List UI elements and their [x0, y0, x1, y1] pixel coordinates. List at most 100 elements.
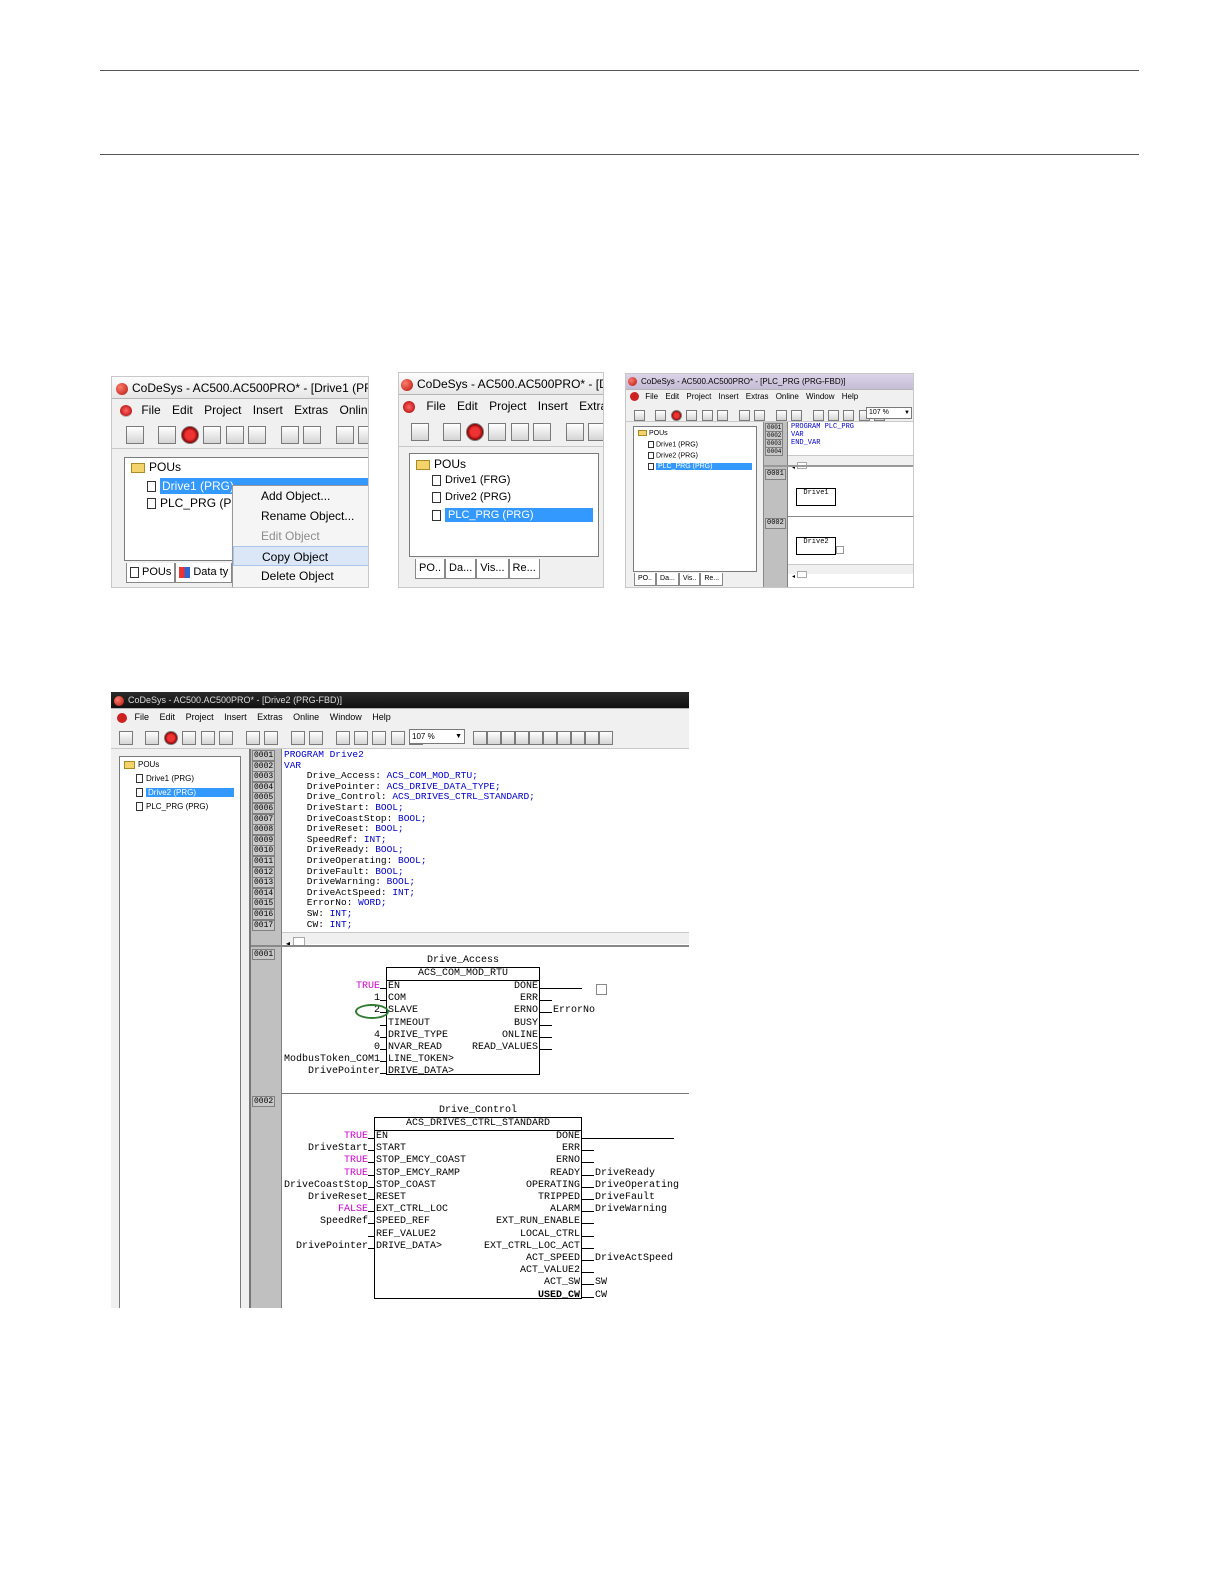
fb-input-value[interactable]: TRUE: [356, 981, 380, 993]
stop-icon[interactable]: [163, 730, 178, 745]
horizontal-scrollbar[interactable]: ◂: [788, 455, 913, 471]
tab-resources[interactable]: Re...: [700, 573, 724, 586]
stop-icon[interactable]: [180, 426, 199, 444]
fb-output-value[interactable]: DriveWarning: [595, 1204, 667, 1216]
copy-icon[interactable]: [264, 730, 279, 745]
login-icon[interactable]: [488, 423, 507, 441]
save-icon[interactable]: [634, 410, 645, 421]
cut-icon[interactable]: [738, 410, 750, 421]
fb-output-value[interactable]: SW: [595, 1277, 607, 1289]
tree-item-plc-prg[interactable]: PLC_PRG (PRG): [648, 463, 752, 471]
box-icon[interactable]: [501, 730, 515, 745]
cut-icon[interactable]: [280, 426, 299, 444]
set-reset-icon[interactable]: [599, 730, 613, 745]
stop-icon[interactable]: [465, 423, 484, 441]
assign-icon[interactable]: [515, 730, 529, 745]
network-before-icon[interactable]: [473, 730, 487, 745]
tab-pous[interactable]: POUs: [126, 563, 176, 583]
return-icon[interactable]: [543, 730, 557, 745]
fb-input-value[interactable]: DriveCoastStop: [284, 1180, 368, 1192]
menu-add-object[interactable]: Add Object...: [233, 486, 368, 506]
zoom-select[interactable]: 107 % ▼: [409, 729, 465, 744]
menu-project[interactable]: Project: [686, 392, 711, 401]
menu-window[interactable]: Window: [330, 712, 362, 722]
paste-icon[interactable]: [309, 730, 324, 745]
tree-item-plc-prg[interactable]: PLC_PRG (PRG): [136, 802, 208, 812]
build-icon[interactable]: [145, 730, 160, 745]
login-icon[interactable]: [203, 426, 222, 444]
save-icon[interactable]: [411, 423, 429, 441]
negate-icon[interactable]: [585, 730, 599, 745]
tree-root[interactable]: POUs: [131, 460, 181, 474]
fb-input-value[interactable]: ModbusToken_COM1: [284, 1054, 380, 1066]
menu-copy-object[interactable]: Copy Object: [233, 546, 368, 566]
menu-online[interactable]: Online: [776, 392, 799, 401]
fb-input-value[interactable]: FALSE: [338, 1204, 368, 1216]
logout-icon[interactable]: [510, 423, 529, 441]
fb-input-value[interactable]: DriveStart: [308, 1143, 368, 1155]
build-icon[interactable]: [158, 426, 177, 444]
horizontal-scrollbar[interactable]: ◂: [282, 932, 689, 948]
jump-icon[interactable]: [529, 730, 543, 745]
tab-visualizations[interactable]: Vis..: [678, 573, 701, 586]
codesys-menu-icon[interactable]: [630, 392, 639, 402]
cut-icon[interactable]: [290, 730, 305, 745]
zoom-select[interactable]: 107 % ▼: [866, 407, 912, 419]
tree-root[interactable]: POUs: [124, 760, 159, 769]
stop-icon[interactable]: [670, 410, 682, 421]
drive1-call-block[interactable]: Drive1: [796, 488, 836, 506]
save-icon[interactable]: [119, 730, 133, 745]
logout-icon[interactable]: [225, 426, 244, 444]
menu-edit[interactable]: Edit: [457, 399, 478, 413]
tab-data-types[interactable]: Data ty: [175, 563, 233, 583]
build-icon[interactable]: [655, 410, 667, 421]
cut-icon[interactable]: [565, 423, 584, 441]
output-icon[interactable]: [571, 730, 585, 745]
tab-pous[interactable]: PO..: [634, 573, 657, 586]
fb-output-value[interactable]: DriveFault: [595, 1192, 655, 1204]
fb-input-value[interactable]: TRUE: [344, 1168, 368, 1180]
menu-insert[interactable]: Insert: [538, 399, 568, 413]
menu-edit[interactable]: Edit: [665, 392, 679, 401]
download-icon[interactable]: [717, 410, 729, 421]
download-icon[interactable]: [533, 423, 552, 441]
codesys-menu-icon[interactable]: [120, 404, 132, 417]
find-icon[interactable]: [335, 730, 350, 745]
menu-file[interactable]: File: [426, 399, 445, 413]
login-icon[interactable]: [686, 410, 698, 421]
menu-edit[interactable]: Edit: [160, 712, 176, 722]
fb-input-value[interactable]: TRUE: [344, 1155, 368, 1167]
tree-item-drive1[interactable]: Drive1 (PRG): [136, 774, 194, 784]
paste-icon[interactable]: [791, 410, 803, 421]
fb-output-value[interactable]: DriveActSpeed: [595, 1253, 673, 1265]
menu-project[interactable]: Project: [186, 712, 214, 722]
network-after-icon[interactable]: [487, 730, 501, 745]
menu-extras[interactable]: Extras: [257, 712, 283, 722]
tab-data-types[interactable]: Da...: [445, 559, 477, 579]
fb-input-value[interactable]: 0: [374, 1042, 380, 1054]
menu-help[interactable]: Help: [842, 392, 858, 401]
menu-online[interactable]: Online: [339, 403, 368, 417]
tree-item-plc-prg[interactable]: PLC_PRG (PRG): [432, 508, 593, 522]
fb-input-value[interactable]: DrivePointer: [308, 1066, 380, 1078]
menu-extras[interactable]: Extras: [746, 392, 769, 401]
tab-pous[interactable]: PO..: [415, 559, 446, 579]
fb-output-value[interactable]: CW: [595, 1290, 607, 1302]
fb-input-value[interactable]: 4: [374, 1030, 380, 1042]
menu-window[interactable]: Window: [806, 392, 834, 401]
menu-delete-object[interactable]: Delete Object: [233, 566, 368, 586]
input-icon[interactable]: [557, 730, 571, 745]
menu-file[interactable]: File: [135, 712, 150, 722]
codesys-menu-icon[interactable]: [117, 712, 127, 723]
menu-insert[interactable]: Insert: [719, 392, 739, 401]
menu-help[interactable]: Help: [372, 712, 391, 722]
output-placeholder[interactable]: [836, 546, 844, 554]
cut-icon[interactable]: [775, 410, 787, 421]
codesys-menu-icon[interactable]: [403, 400, 415, 413]
save-icon[interactable]: [126, 426, 144, 444]
menu-insert[interactable]: Insert: [224, 712, 247, 722]
output-placeholder[interactable]: [596, 984, 607, 995]
fb-input-value[interactable]: DrivePointer: [296, 1241, 368, 1253]
menu-edit-object[interactable]: Edit Object: [233, 526, 368, 546]
drive2-call-block[interactable]: Drive2: [796, 537, 836, 555]
